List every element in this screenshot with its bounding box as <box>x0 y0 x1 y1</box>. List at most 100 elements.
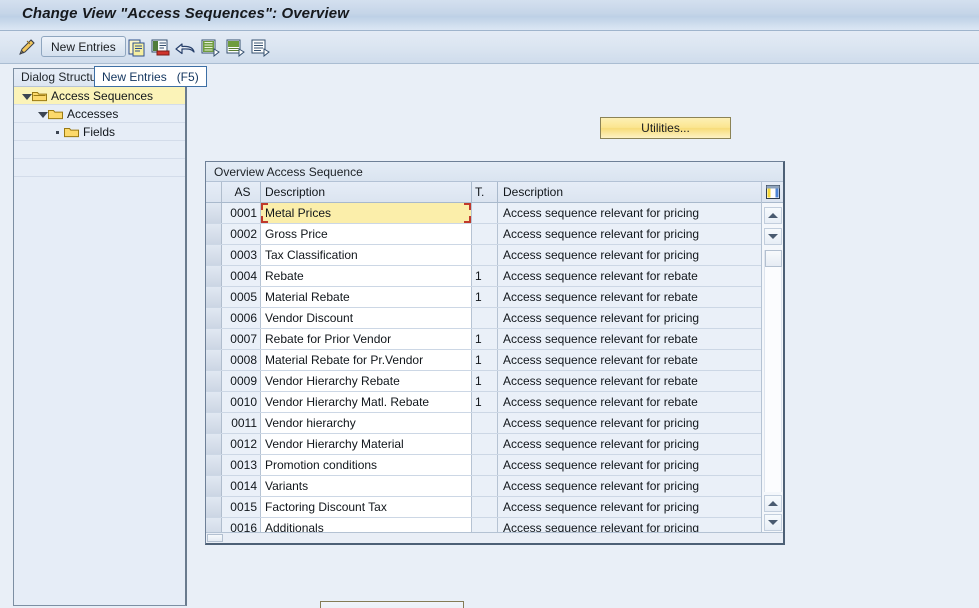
cell-description2[interactable]: Access sequence relevant for rebate <box>498 371 783 391</box>
cell-description2[interactable]: Access sequence relevant for rebate <box>498 329 783 349</box>
select-block-icon[interactable] <box>224 36 246 59</box>
hscrollbar-thumb[interactable] <box>207 534 223 542</box>
utilities-button[interactable]: Utilities... <box>600 117 731 139</box>
table-row[interactable]: 0007 Rebate for Prior Vendor 1 Access se… <box>206 329 783 350</box>
row-selector[interactable] <box>206 434 222 454</box>
column-header-description2[interactable]: Description <box>498 182 783 202</box>
cell-t[interactable] <box>472 245 498 265</box>
cell-description2[interactable]: Access sequence relevant for rebate <box>498 266 783 286</box>
cell-t[interactable] <box>472 413 498 433</box>
column-header-as[interactable]: AS <box>222 182 261 202</box>
row-selector[interactable] <box>206 476 222 496</box>
column-header-description[interactable]: Description <box>261 182 472 202</box>
table-row[interactable]: 0001 Metal Prices Access sequence releva… <box>206 203 783 224</box>
scroll-down-button[interactable] <box>764 228 782 245</box>
column-config-icon[interactable] <box>762 182 783 203</box>
cell-t[interactable]: 1 <box>472 266 498 286</box>
cell-description2[interactable]: Access sequence relevant for rebate <box>498 287 783 307</box>
table-row[interactable]: 0015 Factoring Discount Tax Access seque… <box>206 497 783 518</box>
cell-description[interactable]: Vendor hierarchy <box>261 413 472 433</box>
deselect-all-icon[interactable] <box>249 36 271 59</box>
cell-description[interactable]: Variants <box>261 476 472 496</box>
cell-as[interactable]: 0014 <box>222 476 261 496</box>
tree-item-accesses[interactable]: Accesses <box>14 105 185 123</box>
cell-t[interactable] <box>472 203 498 223</box>
table-row[interactable]: 0004 Rebate 1 Access sequence relevant f… <box>206 266 783 287</box>
copy-as-icon[interactable] <box>126 36 148 59</box>
cell-t[interactable] <box>472 455 498 475</box>
row-selector[interactable] <box>206 245 222 265</box>
cell-description[interactable]: Rebate <box>261 266 472 286</box>
cell-description2[interactable]: Access sequence relevant for rebate <box>498 350 783 370</box>
column-header-t[interactable]: T. <box>472 182 498 202</box>
cell-description2[interactable]: Access sequence relevant for pricing <box>498 434 783 454</box>
row-selector[interactable] <box>206 224 222 244</box>
row-selector[interactable] <box>206 329 222 349</box>
row-selector[interactable] <box>206 308 222 328</box>
tree-item-fields[interactable]: Fields <box>14 123 185 141</box>
row-selector[interactable] <box>206 413 222 433</box>
chevron-down-icon[interactable] <box>36 108 48 120</box>
cell-as[interactable]: 0002 <box>222 224 261 244</box>
table-row[interactable]: 0002 Gross Price Access sequence relevan… <box>206 224 783 245</box>
scroll-page-down-button[interactable] <box>764 514 782 531</box>
row-selector[interactable] <box>206 497 222 517</box>
cell-as[interactable]: 0004 <box>222 266 261 286</box>
cell-t[interactable] <box>472 476 498 496</box>
cell-description2[interactable]: Access sequence relevant for pricing <box>498 245 783 265</box>
cell-as[interactable]: 0005 <box>222 287 261 307</box>
select-all-column-header[interactable] <box>206 182 222 202</box>
row-selector[interactable] <box>206 455 222 475</box>
table-vertical-scrollbar[interactable] <box>761 182 783 532</box>
cell-t[interactable]: 1 <box>472 371 498 391</box>
cell-as[interactable]: 0003 <box>222 245 261 265</box>
table-row[interactable]: 0003 Tax Classification Access sequence … <box>206 245 783 266</box>
table-row[interactable]: 0009 Vendor Hierarchy Rebate 1 Access se… <box>206 371 783 392</box>
table-row[interactable]: 0013 Promotion conditions Access sequenc… <box>206 455 783 476</box>
cell-as[interactable]: 0007 <box>222 329 261 349</box>
cell-description[interactable]: Material Rebate for Pr.Vendor <box>261 350 472 370</box>
scrollbar-thumb[interactable] <box>765 250 782 267</box>
row-selector[interactable] <box>206 203 222 223</box>
cell-t[interactable]: 1 <box>472 287 498 307</box>
display-change-icon[interactable] <box>16 36 38 59</box>
table-row[interactable]: 0005 Material Rebate 1 Access sequence r… <box>206 287 783 308</box>
cell-description2[interactable]: Access sequence relevant for pricing <box>498 476 783 496</box>
select-all-icon[interactable] <box>199 36 221 59</box>
cell-description[interactable]: Vendor Discount <box>261 308 472 328</box>
cell-description[interactable]: Vendor Hierarchy Matl. Rebate <box>261 392 472 412</box>
delete-icon[interactable] <box>150 36 172 59</box>
cell-description[interactable]: Factoring Discount Tax <box>261 497 472 517</box>
scroll-page-up-button[interactable] <box>764 495 782 512</box>
bottom-action-button[interactable] <box>320 601 464 608</box>
cell-as[interactable]: 0013 <box>222 455 261 475</box>
cell-t[interactable] <box>472 308 498 328</box>
cell-as[interactable]: 0010 <box>222 392 261 412</box>
row-selector[interactable] <box>206 287 222 307</box>
table-row[interactable]: 0014 Variants Access sequence relevant f… <box>206 476 783 497</box>
cell-description2[interactable]: Access sequence relevant for pricing <box>498 497 783 517</box>
cell-description[interactable]: Vendor Hierarchy Rebate <box>261 371 472 391</box>
row-selector[interactable] <box>206 266 222 286</box>
cell-description2[interactable]: Access sequence relevant for rebate <box>498 392 783 412</box>
table-row[interactable]: 0011 Vendor hierarchy Access sequence re… <box>206 413 783 434</box>
cell-as[interactable]: 0009 <box>222 371 261 391</box>
table-row[interactable]: 0010 Vendor Hierarchy Matl. Rebate 1 Acc… <box>206 392 783 413</box>
undo-icon[interactable] <box>174 36 196 59</box>
cell-as[interactable]: 0011 <box>222 413 261 433</box>
cell-as[interactable]: 0012 <box>222 434 261 454</box>
cell-description[interactable]: Gross Price <box>261 224 472 244</box>
scroll-up-button[interactable] <box>764 207 782 224</box>
cell-t[interactable]: 1 <box>472 329 498 349</box>
cell-as[interactable]: 0001 <box>222 203 261 223</box>
cell-description[interactable]: Vendor Hierarchy Material <box>261 434 472 454</box>
new-entries-button[interactable]: New Entries <box>41 36 126 57</box>
cell-description2[interactable]: Access sequence relevant for pricing <box>498 455 783 475</box>
cell-description2[interactable]: Access sequence relevant for pricing <box>498 308 783 328</box>
cell-as[interactable]: 0006 <box>222 308 261 328</box>
table-row[interactable]: 0012 Vendor Hierarchy Material Access se… <box>206 434 783 455</box>
tree-item-access-sequences[interactable]: Access Sequences <box>14 87 185 105</box>
row-selector[interactable] <box>206 350 222 370</box>
cell-description[interactable]: Tax Classification <box>261 245 472 265</box>
chevron-down-icon[interactable] <box>20 90 32 102</box>
